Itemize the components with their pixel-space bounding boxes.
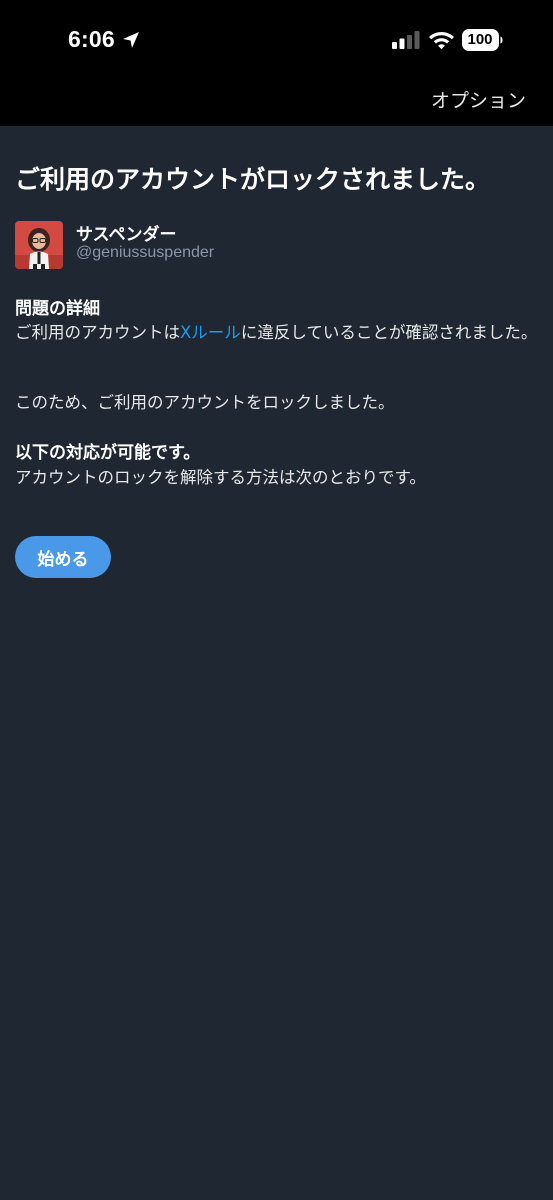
page-title: ご利用のアカウントがロックされました。 bbox=[15, 165, 491, 194]
status-time: 6:06 bbox=[68, 26, 115, 52]
x-rules-link[interactable]: Xルール bbox=[180, 323, 241, 342]
actions-heading: 以下の対応が可能です。 bbox=[15, 443, 201, 463]
status-bar: 6:06 100 bbox=[0, 0, 553, 80]
actions-text: アカウントのロックを解除する方法は次のとおりです。 bbox=[15, 468, 426, 487]
start-button[interactable]: 始める bbox=[15, 536, 111, 578]
account-display-name: サスペンダー bbox=[76, 225, 177, 245]
account-username: @geniussuspender bbox=[76, 244, 215, 261]
details-text: ご利用のアカウントはXルールに違反していることが確認されました。 bbox=[15, 320, 540, 345]
avatar-image bbox=[15, 221, 63, 269]
cellular-signal-icon bbox=[392, 31, 420, 49]
lock-notice-text: このため、ご利用のアカウントをロックしました。 bbox=[15, 393, 395, 412]
battery-level: 100 bbox=[467, 31, 493, 48]
details-text-after-link: に違反していることが確認されました。 bbox=[240, 323, 538, 342]
options-button[interactable]: オプション bbox=[431, 86, 526, 113]
main-content: ご利用のアカウントがロックされました。 サスペンダー @geniussuspen… bbox=[0, 126, 553, 1200]
avatar bbox=[15, 221, 63, 269]
location-arrow-icon bbox=[123, 32, 139, 48]
wifi-icon bbox=[429, 32, 454, 50]
details-heading: 問題の詳細 bbox=[15, 299, 100, 319]
details-text-before-link: ご利用のアカウントは bbox=[15, 323, 180, 342]
top-nav-bar: オプション bbox=[0, 80, 553, 126]
